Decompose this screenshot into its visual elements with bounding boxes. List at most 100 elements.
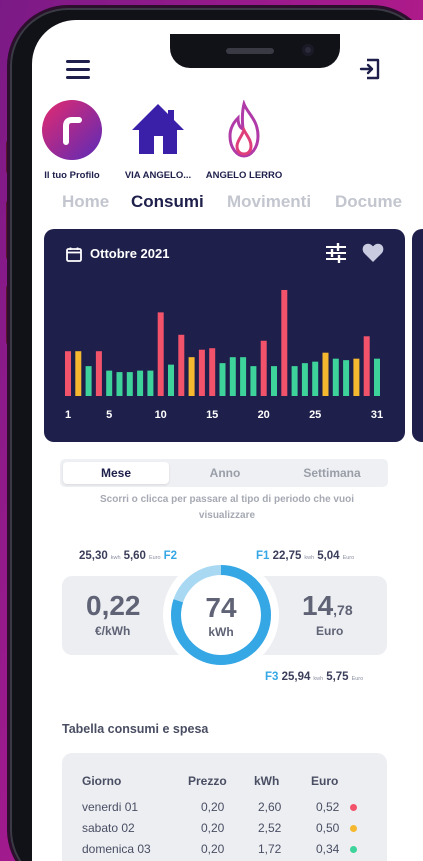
total-euro-integer: 14 <box>302 590 334 621</box>
band-f3-kwh-unit: kwh <box>313 676 324 682</box>
phone-notch <box>170 34 340 68</box>
chart-bar-day-5[interactable] <box>106 370 113 396</box>
consumption-table: Giorno Prezzo kWh Euro venerdi 01 0,20 2… <box>62 753 387 861</box>
tab-movimenti[interactable]: Movimenti <box>227 192 311 212</box>
logout-icon[interactable] <box>358 57 384 83</box>
chart-x-tick-label: 31 <box>371 409 383 421</box>
table-row-day: sabato 02 <box>82 821 135 835</box>
chart-bar-day-25[interactable] <box>312 361 319 396</box>
table-header-euro: Euro <box>311 774 339 788</box>
speaker-grille <box>226 48 274 54</box>
band-f2-euro-unit: Euro <box>148 555 161 561</box>
chart-bar-day-4[interactable] <box>95 351 102 396</box>
band-f1-euro: 5,04 <box>317 550 340 562</box>
chart-bar-day-14[interactable] <box>198 349 205 396</box>
total-kwh-value: 74 <box>205 592 237 623</box>
chart-bar-day-27[interactable] <box>332 358 339 396</box>
chart-x-tick-label: 15 <box>206 409 218 421</box>
chart-bar-day-9[interactable] <box>147 370 154 396</box>
period-option-anno[interactable]: Anno <box>172 462 278 484</box>
tab-home[interactable]: Home <box>62 192 109 212</box>
app-screen: Il tuo Profilo VIA ANGELO... ANGELO LERR… <box>32 20 423 861</box>
total-euro-decimals: ,78 <box>333 602 353 618</box>
band-f2-kwh-unit: kwh <box>110 555 121 561</box>
consumption-chart-card[interactable]: Ottobre 2021 1 5 10 15 20 25 31 <box>44 229 405 442</box>
band-f1-kwh-unit: kwh <box>304 555 315 561</box>
table-header-price: Prezzo <box>188 774 227 788</box>
band-f3-kwh: 25,94 <box>281 671 311 683</box>
daily-consumption-bar-chart[interactable]: 1 5 10 15 20 25 31 <box>44 229 405 442</box>
table-row-day: venerdi 01 <box>82 800 139 814</box>
chart-bar-day-20[interactable] <box>260 340 267 396</box>
chart-x-tick-label: 1 <box>65 409 71 421</box>
chart-bar-day-13[interactable] <box>188 357 195 396</box>
chart-bar-day-1[interactable] <box>65 351 71 396</box>
band-f2-kwh: 25,30 <box>79 550 108 562</box>
band-f3-euro: 5,75 <box>326 671 349 683</box>
total-euro-unit: Euro <box>316 624 344 638</box>
chart-x-tick-label: 5 <box>106 409 112 421</box>
chart-bar-day-2[interactable] <box>75 351 82 396</box>
table-row-day: domenica 03 <box>82 842 151 856</box>
period-hint-text: Scorri o clicca per passare al tipo di p… <box>100 494 354 521</box>
tab-consumi[interactable]: Consumi <box>131 192 204 212</box>
band-f3-tag: F3 <box>265 671 279 683</box>
chart-bar-day-23[interactable] <box>291 366 298 396</box>
chart-bar-day-19[interactable] <box>250 366 257 396</box>
table-row-band-dot <box>350 846 357 853</box>
profile-item-address[interactable]: VIA ANGELO... <box>113 100 203 181</box>
table-row-euro: 0,50 <box>316 821 340 835</box>
chart-x-tick-label: 10 <box>155 409 167 421</box>
table-row-price: 0,20 <box>201 842 225 856</box>
period-option-settimana[interactable]: Settimana <box>279 462 385 484</box>
total-kwh-unit: kWh <box>208 625 234 639</box>
period-option-mese[interactable]: Mese <box>63 462 169 484</box>
table-row-band-dot <box>350 825 357 832</box>
chart-bar-day-29[interactable] <box>353 358 360 396</box>
profile-logo-icon <box>42 100 102 160</box>
flame-icon <box>214 99 274 160</box>
table-row-price: 0,20 <box>201 800 225 814</box>
table-header-day: Giorno <box>82 774 122 788</box>
chart-bar-day-6[interactable] <box>116 372 123 396</box>
band-f3-values: F3 25,94 kwh 5,75 Euro <box>265 671 366 683</box>
chart-bar-day-31[interactable] <box>374 358 380 396</box>
band-f3-euro-unit: Euro <box>351 676 364 682</box>
chart-bar-day-26[interactable] <box>322 352 329 396</box>
table-row-kwh: 2,60 <box>258 800 282 814</box>
total-euro-value: 14,78 <box>302 590 353 622</box>
chart-bar-day-3[interactable] <box>85 366 92 396</box>
chart-bar-day-30[interactable] <box>363 336 370 396</box>
chart-bar-day-15[interactable] <box>209 348 216 396</box>
chart-bar-day-28[interactable] <box>343 360 350 396</box>
table-row-euro: 0,52 <box>316 800 340 814</box>
profile-item-own[interactable]: Il tuo Profilo <box>32 100 117 181</box>
table-row-band-dot <box>350 804 357 811</box>
front-camera <box>302 44 314 56</box>
chart-bar-day-21[interactable] <box>271 366 277 396</box>
chart-bar-day-22[interactable] <box>281 289 288 396</box>
tab-documenti[interactable]: Docume <box>335 192 402 212</box>
chart-bar-day-10[interactable] <box>157 312 164 396</box>
chart-x-tick-label: 20 <box>258 409 270 421</box>
chart-bar-day-18[interactable] <box>240 357 247 396</box>
chart-x-tick-label: 25 <box>309 409 321 421</box>
chart-bar-day-7[interactable] <box>126 372 133 396</box>
hamburger-menu-icon[interactable] <box>66 60 90 80</box>
table-row-kwh: 2,52 <box>258 821 282 835</box>
table-title: Tabella consumi e spesa <box>62 722 209 736</box>
chart-bar-day-16[interactable] <box>219 363 226 396</box>
house-icon <box>128 100 188 160</box>
chart-bar-day-12[interactable] <box>178 334 185 396</box>
table-row-euro: 0,34 <box>316 842 340 856</box>
next-chart-card-peek[interactable] <box>412 229 423 442</box>
price-per-kwh-value: 0,22 <box>86 590 141 621</box>
chart-bar-day-17[interactable] <box>229 357 236 396</box>
chart-bar-day-8[interactable] <box>137 370 144 396</box>
period-selector: Mese Anno Settimana <box>60 459 388 487</box>
profile-item-gas[interactable]: ANGELO LERRO <box>199 99 289 181</box>
table-row-kwh: 1,72 <box>258 842 282 856</box>
chart-bar-day-24[interactable] <box>301 363 308 396</box>
chart-bar-day-11[interactable] <box>168 364 174 396</box>
band-f2-euro: 5,60 <box>123 550 146 562</box>
